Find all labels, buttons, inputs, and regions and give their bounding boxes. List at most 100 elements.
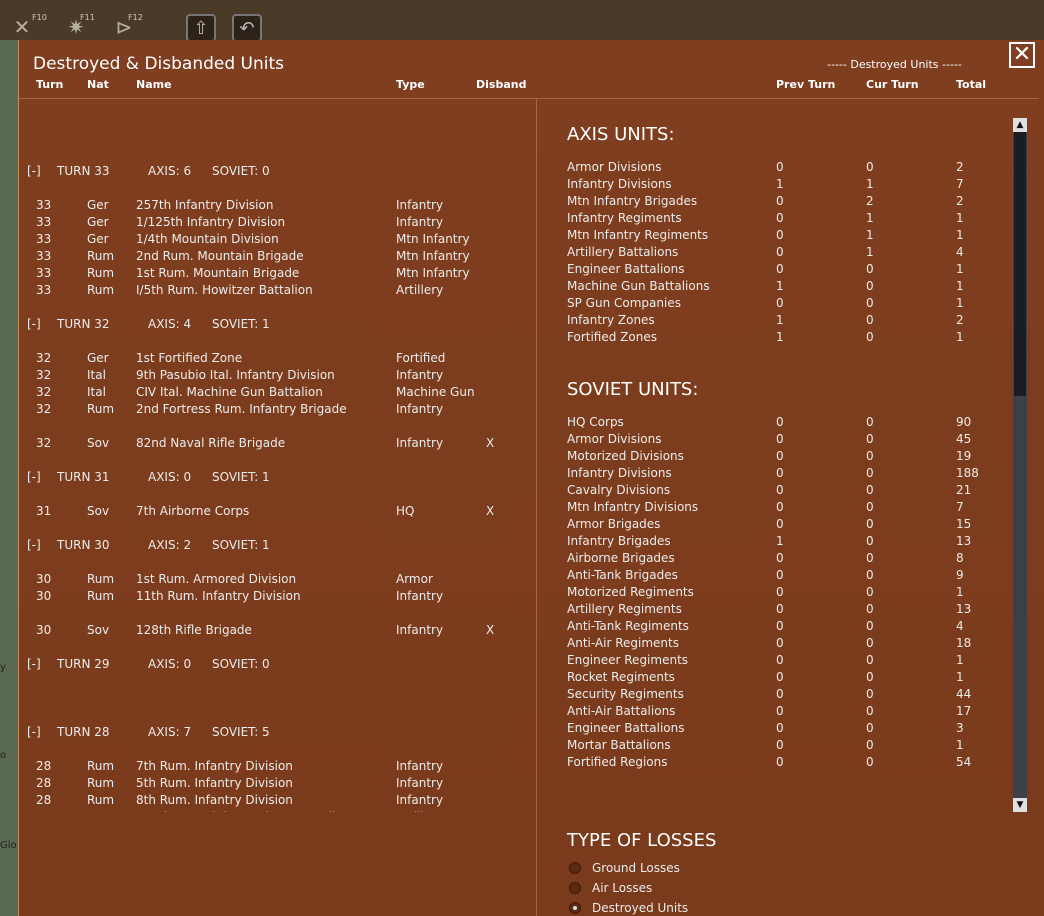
summary-prev: 0: [776, 432, 784, 446]
scroll-up-icon[interactable]: ▲: [1013, 118, 1027, 132]
table-row[interactable]: 33 Rum 1st Rum. Mountain Brigade Mtn Infant…: [19, 266, 535, 280]
collapse-toggle[interactable]: [-]: [27, 538, 41, 552]
summary-cur: 0: [866, 415, 874, 429]
table-row[interactable]: 33 Rum 2nd Rum. Mountain Brigade Mtn Infant…: [19, 249, 535, 263]
summary-total: 1: [956, 296, 964, 310]
summary-label: Armor Divisions: [567, 432, 662, 446]
unit-type: Mtn Infantry: [396, 266, 470, 280]
summary-prev: 0: [776, 466, 784, 480]
unit-name: 1st Rum. Mountain Brigade: [136, 266, 300, 280]
summary-cur: 0: [866, 160, 874, 174]
close-button[interactable]: ✕: [1009, 42, 1035, 68]
unit-name: 7th Rum. Infantry Division: [136, 759, 293, 773]
scroll-thumb[interactable]: [1014, 132, 1026, 396]
summary-cur: 0: [866, 534, 874, 548]
summary-prev: 0: [776, 449, 784, 463]
summary-prev: 1: [776, 177, 784, 191]
unit-nat: Rum: [87, 810, 114, 812]
collapse-toggle[interactable]: [-]: [27, 317, 41, 331]
undo-button[interactable]: ↶: [232, 14, 262, 42]
losses-option[interactable]: Air Losses: [569, 881, 769, 895]
table-row[interactable]: 32 Ital 9th Pasubio Ital. Infantry Divisio…: [19, 368, 535, 382]
table-row[interactable]: 33 Ger 257th Infantry Division Infantry: [19, 198, 535, 212]
table-row[interactable]: 32 Ger 1st Fortified Zone Fortified: [19, 351, 535, 365]
losses-option[interactable]: Destroyed Units: [569, 901, 769, 915]
table-row[interactable]: 28 Rum II/3rd Rum. Light Howitzer Battalio…: [19, 810, 535, 812]
table-row[interactable]: 32 Ital CIV Ital. Machine Gun Battalion Mac…: [19, 385, 535, 399]
unit-turn: 32: [36, 385, 52, 399]
summary-scrollbar[interactable]: ▲ ▼: [1013, 118, 1027, 812]
collapse-toggle[interactable]: [-]: [27, 164, 41, 178]
summary-row: SP Gun Companies 0 0 1: [567, 296, 997, 310]
table-row[interactable]: 33 Ger 1/4th Mountain Division Mtn Infantry: [19, 232, 535, 246]
radio-icon[interactable]: [569, 902, 581, 914]
summary-total: 17: [956, 704, 972, 718]
table-row[interactable]: 30 Rum 1st Rum. Armored Division Armor: [19, 572, 535, 586]
pane-divider: [536, 99, 537, 916]
table-row[interactable]: 31 Sov 7th Airborne Corps HQ X: [19, 504, 535, 518]
unit-nat: Ger: [87, 351, 109, 365]
scroll-down-icon[interactable]: ▼: [1013, 798, 1027, 812]
summary-cur: 0: [866, 466, 874, 480]
upload-button[interactable]: ⇧: [186, 14, 216, 42]
table-row[interactable]: 30 Rum 11th Rum. Infantry Division Infantry: [19, 589, 535, 603]
f11-hotkey-label: F11: [80, 13, 95, 22]
turn-group-header[interactable]: [-] TURN 32 AXIS: 4 SOVIET: 1: [19, 317, 535, 331]
axis-count: AXIS: 6: [148, 164, 192, 178]
collapse-toggle[interactable]: [-]: [27, 657, 41, 671]
radio-icon[interactable]: [569, 882, 581, 894]
summary-prev: 1: [776, 534, 784, 548]
table-row[interactable]: 33 Rum I/5th Rum. Howitzer Battalion Artill…: [19, 283, 535, 297]
turn-label: TURN 30: [57, 538, 110, 552]
table-row[interactable]: 28 Rum 5th Rum. Infantry Division Infantry: [19, 776, 535, 790]
summary-prev: 0: [776, 211, 784, 225]
collapse-toggle[interactable]: [-]: [27, 470, 41, 484]
summary-label: Armor Divisions: [567, 160, 662, 174]
summary-prev: 0: [776, 262, 784, 276]
table-row[interactable]: 28 Rum 7th Rum. Infantry Division Infantry: [19, 759, 535, 773]
summary-row: Infantry Divisions 1 1 7: [567, 177, 997, 191]
unit-name: 7th Airborne Corps: [136, 504, 250, 518]
turn-group-header[interactable]: [-] TURN 33 AXIS: 6 SOVIET: 0: [19, 164, 535, 178]
turn-group-header[interactable]: [-] TURN 31 AXIS: 0 SOVIET: 1: [19, 470, 535, 484]
unit-type: Armor: [396, 572, 433, 586]
table-row[interactable]: 28 Rum 8th Rum. Infantry Division Infantry: [19, 793, 535, 807]
dialog-subtitle: ----- Destroyed Units -----: [827, 58, 962, 71]
summary-total: 54: [956, 755, 972, 769]
turn-group-header[interactable]: [-] TURN 28 AXIS: 7 SOVIET: 5: [19, 725, 535, 739]
table-row[interactable]: 32 Rum 2nd Fortress Rum. Infantry Brigade I…: [19, 402, 535, 416]
unit-nat: Ital: [87, 368, 106, 382]
table-row[interactable]: 33 Ger 1/125th Infantry Division Infantry: [19, 215, 535, 229]
turn-group-header[interactable]: [-] TURN 29 AXIS: 0 SOVIET: 0: [19, 657, 535, 671]
summary-row: HQ Corps 0 0 90: [567, 415, 997, 429]
summary-row: Artillery Battalions 0 1 4: [567, 245, 997, 259]
unit-name: 11th Rum. Infantry Division: [136, 589, 301, 603]
summary-prev: 0: [776, 517, 784, 531]
table-row[interactable]: 30 Sov 128th Rifle Brigade Infantry X: [19, 623, 535, 637]
section-heading: SOVIET UNITS:: [567, 379, 699, 400]
unit-list[interactable]: [-] TURN 33 AXIS: 6 SOVIET: 0 33 Ger 257th Inf…: [19, 100, 535, 812]
summary-cur: 0: [866, 551, 874, 565]
unit-nat: Ger: [87, 215, 109, 229]
unit-turn: 28: [36, 776, 52, 790]
losses-option[interactable]: Ground Losses: [569, 861, 769, 875]
summary-label: Fortified Zones: [567, 330, 657, 344]
unit-name: 2nd Rum. Mountain Brigade: [136, 249, 304, 263]
unit-turn: 28: [36, 759, 52, 773]
summary-label: Infantry Zones: [567, 313, 655, 327]
collapse-toggle[interactable]: [-]: [27, 725, 41, 739]
summary-row: Mtn Infantry Regiments 0 1 1: [567, 228, 997, 242]
unit-nat: Rum: [87, 283, 115, 297]
turn-group-header[interactable]: [-] TURN 30 AXIS: 2 SOVIET: 1: [19, 538, 535, 552]
summary-prev: 0: [776, 194, 784, 208]
summary-cur: 0: [866, 636, 874, 650]
summary-cur: 0: [866, 670, 874, 684]
unit-turn: 28: [36, 793, 52, 807]
table-row[interactable]: 32 Sov 82nd Naval Rifle Brigade Infantry X: [19, 436, 535, 450]
summary-cur: 0: [866, 449, 874, 463]
unit-type: Fortified: [396, 351, 446, 365]
radio-icon[interactable]: [569, 862, 581, 874]
unit-name: CIV Ital. Machine Gun Battalion: [136, 385, 323, 399]
summary-label: Engineer Battalions: [567, 721, 685, 735]
summary-cur: 0: [866, 755, 874, 769]
